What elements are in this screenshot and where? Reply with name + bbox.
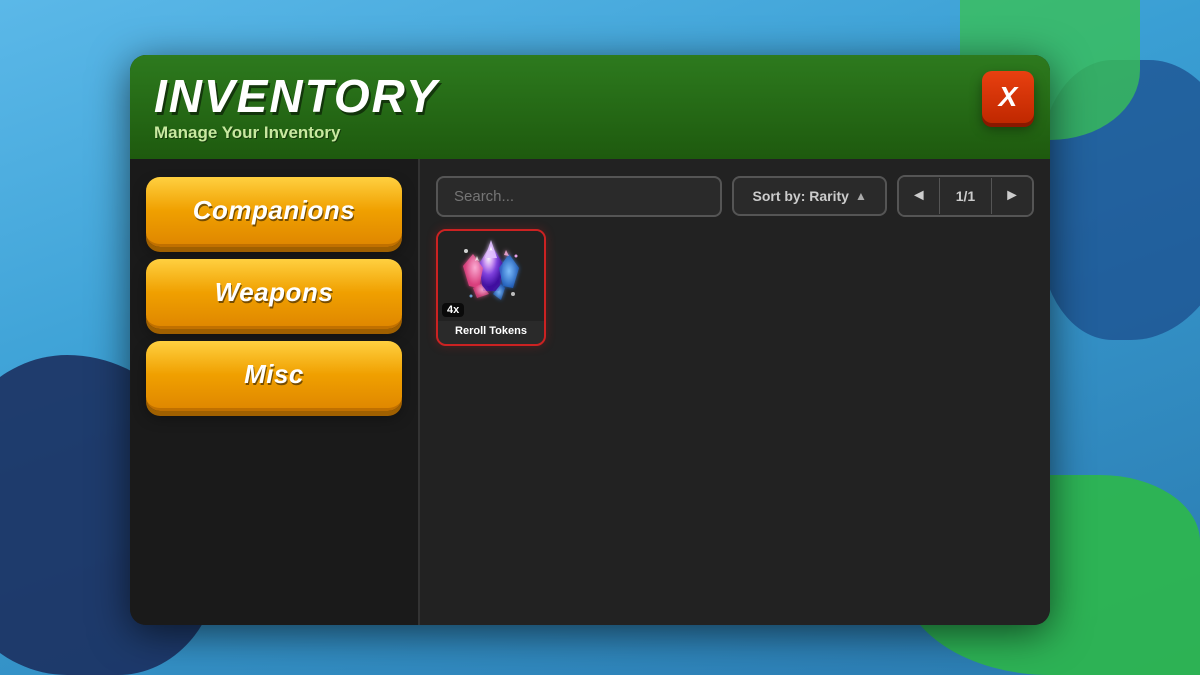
search-input[interactable] [436,176,722,217]
modal-subtitle: Manage Your Inventory [154,123,1026,143]
item-name: Reroll Tokens [451,321,531,338]
content-area: Sort by: Rarity ▲ ◄ 1/1 ► [420,159,1050,625]
pagination: ◄ 1/1 ► [897,175,1034,217]
sidebar-item-weapons[interactable]: Weapons [146,259,402,329]
page-indicator: 1/1 [939,178,992,214]
sort-button[interactable]: Sort by: Rarity ▲ [732,176,886,216]
sidebar-item-misc[interactable]: Misc [146,341,402,411]
modal-title: INVENTORY [154,73,1026,119]
modal-body: Companions Weapons Misc Sort by: Rarity … [130,159,1050,625]
sort-label: Sort by: Rarity [752,188,848,204]
page-prev-button[interactable]: ◄ [899,177,939,215]
sidebar-item-companions[interactable]: Companions [146,177,402,247]
items-grid: 4x Reroll Tokens [436,229,1034,613]
sort-arrow-icon: ▲ [855,189,867,203]
toolbar: Sort by: Rarity ▲ ◄ 1/1 ► [436,175,1034,217]
inventory-modal: INVENTORY Manage Your Inventory X Compan… [130,55,1050,625]
page-next-button[interactable]: ► [992,177,1032,215]
close-button[interactable]: X [982,71,1034,123]
sidebar: Companions Weapons Misc [130,159,420,625]
modal-header: INVENTORY Manage Your Inventory X [130,55,1050,159]
item-icon-area: 4x [438,231,544,321]
item-reroll-tokens[interactable]: 4x Reroll Tokens [436,229,546,346]
item-count-badge: 4x [442,303,464,317]
